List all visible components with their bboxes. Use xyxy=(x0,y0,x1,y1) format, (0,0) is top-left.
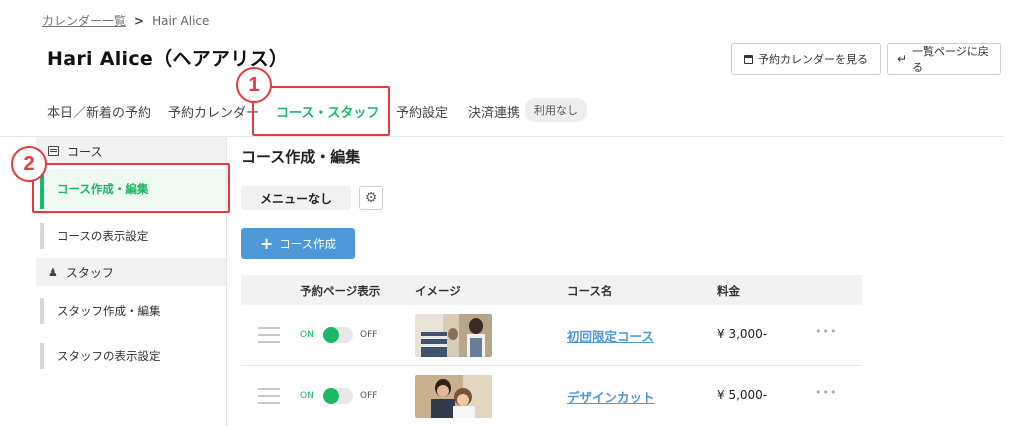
sidebar-item-staff-edit[interactable]: スタッフ作成・編集 xyxy=(40,298,226,324)
sidebar-item-course-display[interactable]: コースの表示設定 xyxy=(40,223,226,249)
sidebar-section-course-label: コース xyxy=(67,144,103,159)
sidebar-section-staff-label: スタッフ xyxy=(65,265,114,280)
more-options-icon[interactable]: ••• xyxy=(815,325,837,338)
tab-reservation-calendar[interactable]: 予約カレンダー xyxy=(168,102,259,121)
course-thumbnail xyxy=(415,375,492,418)
section-title: コース作成・編集 xyxy=(241,148,361,166)
sidebar-item-label: スタッフ作成・編集 xyxy=(57,304,161,318)
add-course-button[interactable]: + コース作成 xyxy=(241,228,355,259)
table-row: ON OFF デザインカット ¥ 5,000- ••• xyxy=(241,367,862,426)
visibility-toggle[interactable] xyxy=(323,327,353,343)
callout-number-1: 1 xyxy=(236,67,272,103)
table-row: ON OFF 初回限定コース ¥ 3,000- ••• xyxy=(241,306,862,366)
course-price: ¥ 5,000- xyxy=(717,388,768,402)
return-arrow-icon: ↵ xyxy=(897,52,908,66)
breadcrumb-current: Hair Alice xyxy=(152,13,210,28)
table-header: 予約ページ表示 イメージ コース名 料金 xyxy=(241,275,862,305)
add-course-label: コース作成 xyxy=(279,236,337,251)
drag-handle-icon[interactable] xyxy=(258,388,280,404)
list-icon xyxy=(48,146,59,156)
view-calendar-label: 予約カレンダーを見る xyxy=(758,53,868,66)
status-badge: 利用なし xyxy=(525,98,587,122)
breadcrumb-calendar-list-link[interactable]: カレンダー一覧 xyxy=(42,12,126,29)
tab-today-new[interactable]: 本日／新着の予約 xyxy=(47,102,151,121)
column-header: コース名 xyxy=(567,284,613,298)
course-name-link[interactable]: 初回限定コース xyxy=(567,326,654,345)
column-header: 料金 xyxy=(717,284,740,298)
calendar-icon xyxy=(744,54,753,64)
course-name-link[interactable]: デザインカット xyxy=(567,387,655,406)
sidebar-section-course: コース xyxy=(36,137,226,165)
view-calendar-button[interactable]: 予約カレンダーを見る xyxy=(731,43,881,75)
plus-icon: + xyxy=(259,234,274,253)
sidebar-item-staff-display[interactable]: スタッフの表示設定 xyxy=(40,343,226,369)
menu-label: メニューなし xyxy=(241,186,351,210)
back-to-list-label: 一覧ページに戻る xyxy=(912,45,989,74)
tab-payment-integration[interactable]: 決済連携 xyxy=(468,102,520,121)
visibility-toggle[interactable] xyxy=(323,388,353,404)
toggle-off-label: OFF xyxy=(360,330,378,340)
back-to-list-button[interactable]: ↵ 一覧ページに戻る xyxy=(887,43,1001,75)
toggle-on-label: ON xyxy=(300,391,314,401)
course-thumbnail xyxy=(415,314,492,357)
column-header: 予約ページ表示 xyxy=(300,284,381,298)
sidebar-item-label: スタッフの表示設定 xyxy=(57,349,161,363)
chevron-right-icon: > xyxy=(134,13,145,28)
column-header: イメージ xyxy=(415,284,461,298)
gear-icon[interactable]: ⚙ xyxy=(359,186,383,210)
sidebar-section-staff: ♟ スタッフ xyxy=(36,258,226,286)
sidebar-item-label: コースの表示設定 xyxy=(57,229,149,243)
person-icon: ♟ xyxy=(48,265,58,279)
more-options-icon[interactable]: ••• xyxy=(815,386,837,399)
toggle-on-label: ON xyxy=(300,330,314,340)
tab-reservation-settings[interactable]: 予約設定 xyxy=(396,102,448,121)
callout-highlight-sidebar xyxy=(32,163,230,213)
callout-number-2: 2 xyxy=(11,146,47,182)
toggle-off-label: OFF xyxy=(360,391,378,401)
breadcrumb: カレンダー一覧 > Hair Alice xyxy=(42,12,209,29)
callout-highlight-tab xyxy=(252,86,390,136)
drag-handle-icon[interactable] xyxy=(258,327,280,343)
course-price: ¥ 3,000- xyxy=(717,327,768,341)
